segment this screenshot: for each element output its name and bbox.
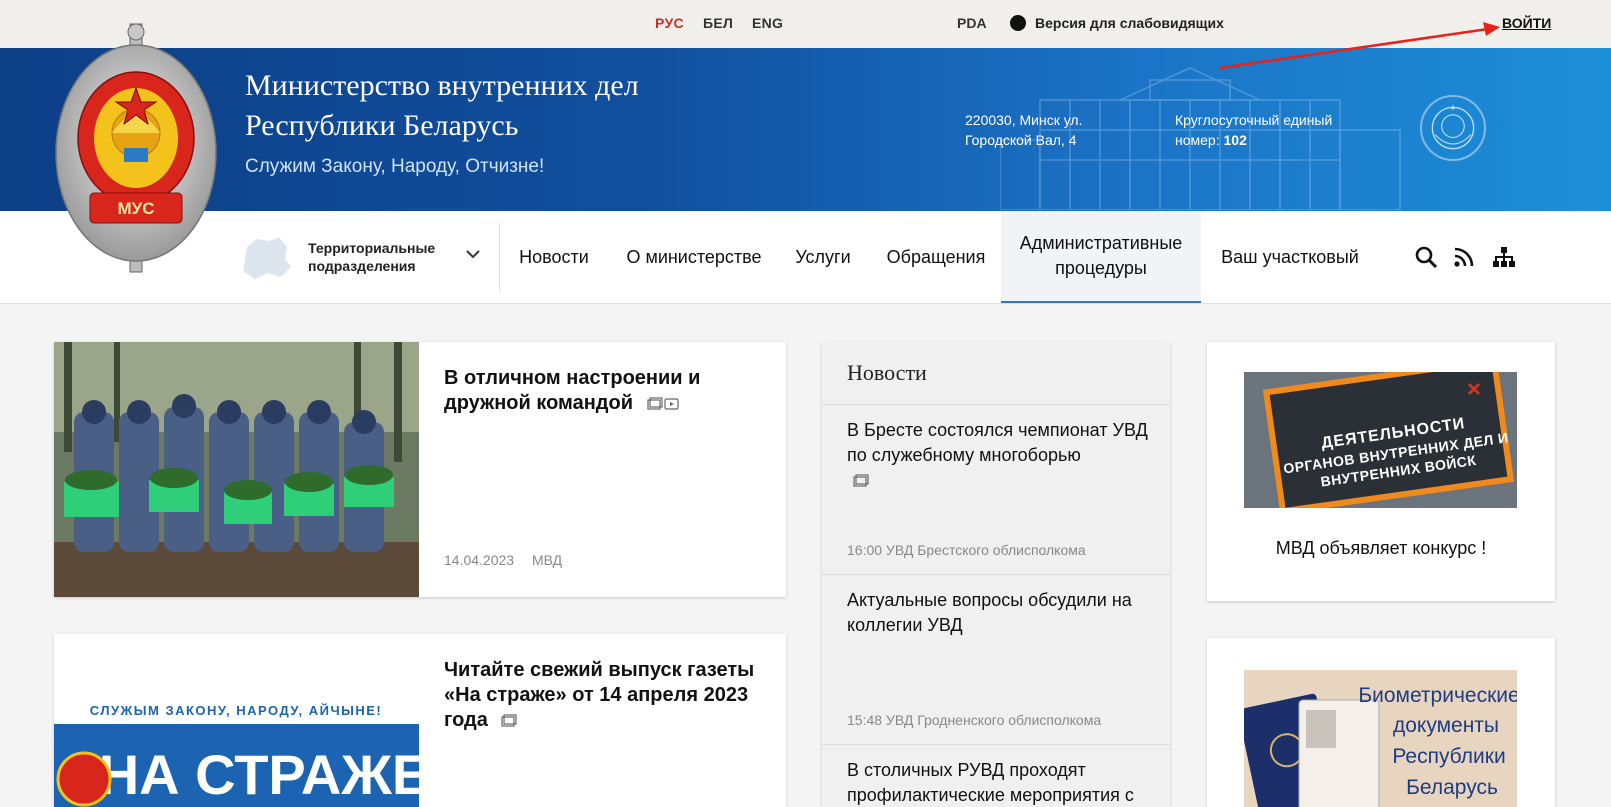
territorial-line1: Территориальные	[308, 240, 436, 256]
gallery-video-icon	[646, 397, 679, 410]
newspaper-name: НА СТРАЖЕ	[99, 743, 419, 806]
ministry-logo-icon[interactable]: МУС	[52, 18, 220, 280]
ministry-title-line2: Республики Беларусь	[245, 109, 519, 142]
state-emblem-icon	[1420, 95, 1486, 161]
nav-item-services[interactable]: Услуги	[786, 211, 860, 303]
news-column-item-meta: 15:48 УВД Гродненского облисполкома	[847, 712, 1102, 728]
nav-item-about[interactable]: О министерстве	[614, 211, 774, 303]
news-meta: 14.04.2023 МВД	[444, 552, 576, 568]
news-column-item-title[interactable]: В Бресте состоялся чемпионат УВД по служ…	[847, 418, 1157, 495]
main-nav: Территориальные подразделения Новости О …	[0, 211, 1611, 304]
low-vision-label: Версия для слабовидящих	[1035, 15, 1224, 31]
newspaper-cover-image[interactable]: СЛУЖЫМ ЗАКОНУ, НАРОДУ, АЙЧЫНЕ! НА СТРАЖЕ	[54, 694, 419, 807]
chevron-down-icon[interactable]	[464, 245, 482, 263]
low-vision-link[interactable]: Версия для слабовидящих	[1010, 15, 1224, 31]
divider	[822, 404, 1170, 405]
address: 220030, Минск ул. Городской Вал, 4	[965, 110, 1155, 150]
hotline-number: 102	[1223, 132, 1247, 148]
promo-caption[interactable]: МВД объявляет конкурс !	[1207, 538, 1555, 559]
address-line2: Городской Вал, 4	[965, 132, 1077, 148]
promo-card[interactable]: Биометрические документы Республики Бела…	[1207, 638, 1555, 807]
banner2-line2: документы	[1393, 714, 1499, 737]
nav-item-news[interactable]: Новости	[506, 211, 602, 303]
newspaper-slogan: СЛУЖЫМ ЗАКОНУ, НАРОДУ, АЙЧЫНЕ!	[90, 703, 382, 718]
login-link[interactable]: ВОЙТИ	[1502, 15, 1551, 31]
top-bar: РУС БЕЛ ENG PDA Версия для слабовидящих …	[0, 0, 1611, 48]
news-source: МВД	[531, 552, 563, 568]
logo-text: МУС	[117, 199, 154, 218]
news-column-item-text: В Бресте состоялся чемпионат УВД по служ…	[847, 420, 1148, 465]
address-line1: 220030, Минск ул.	[965, 112, 1083, 128]
biometric-docs-banner-image[interactable]: Биометрические документы Республики Бела…	[1244, 670, 1517, 807]
lang-en-link[interactable]: ENG	[752, 15, 783, 31]
gallery-icon	[501, 714, 518, 727]
lang-by-link[interactable]: БЕЛ	[703, 15, 733, 31]
news-title[interactable]: Читайте свежий выпуск газеты «На страже»…	[444, 658, 764, 733]
belarus-map-icon[interactable]	[237, 233, 293, 283]
ministry-title-line1: Министерство внутренних дел	[245, 69, 639, 102]
nav-divider	[499, 223, 500, 291]
territorial-dropdown-label[interactable]: Территориальные подразделения	[308, 239, 458, 275]
divider	[822, 744, 1170, 745]
admin-procedures-line1: Административные	[1019, 233, 1183, 253]
lang-ru-link[interactable]: РУС	[655, 15, 684, 31]
low-vision-icon	[1010, 15, 1026, 31]
news-column-item-title[interactable]: Актуальные вопросы обсудили на коллегии …	[847, 588, 1157, 638]
nav-item-officer[interactable]: Ваш участковый	[1210, 211, 1370, 303]
pda-link[interactable]: PDA	[957, 15, 987, 31]
news-column-item-meta: 16:00 УВД Брестского облисполкома	[847, 542, 1086, 558]
admin-procedures-line2: процедуры	[1055, 258, 1147, 278]
news-photo[interactable]	[54, 342, 419, 597]
promo-card[interactable]: ДЕЯТЕЛЬНОСТИ ОРГАНОВ ВНУТРЕННИХ ДЕЛ И ВН…	[1207, 342, 1555, 601]
news-date: 14.04.2023	[444, 552, 515, 568]
news-title-text: Читайте свежий выпуск газеты «На страже»…	[444, 659, 755, 731]
gallery-icon	[853, 474, 869, 487]
hotline-line1: Круглосуточный единый	[1175, 112, 1333, 128]
news-title[interactable]: В отличном настроении и дружной командой	[444, 366, 764, 416]
contest-banner-image[interactable]: ДЕЯТЕЛЬНОСТИ ОРГАНОВ ВНУТРЕННИХ ДЕЛ И ВН…	[1244, 372, 1517, 508]
nav-item-appeals[interactable]: Обращения	[880, 211, 992, 303]
news-card[interactable]: СЛУЖЫМ ЗАКОНУ, НАРОДУ, АЙЧЫНЕ! НА СТРАЖЕ…	[54, 634, 786, 807]
news-column-title[interactable]: Новости	[847, 360, 927, 386]
news-column-item-title[interactable]: В столичных РУВД проходят профилактическ…	[847, 758, 1157, 807]
news-card[interactable]: В отличном настроении и дружной командой…	[54, 342, 786, 597]
search-icon[interactable]	[1414, 245, 1438, 269]
rss-icon[interactable]	[1452, 245, 1476, 269]
ministry-title[interactable]: Министерство внутренних дел Республики Б…	[245, 66, 725, 146]
banner2-line4: Беларусь	[1406, 776, 1498, 799]
header-banner: Министерство внутренних дел Республики Б…	[0, 48, 1611, 211]
divider	[822, 574, 1170, 575]
territorial-line2: подразделения	[308, 258, 416, 274]
hotline-label: номер:	[1175, 132, 1220, 148]
sitemap-icon[interactable]	[1492, 245, 1516, 269]
nav-item-admin-procedures[interactable]: Административные процедуры	[1001, 211, 1201, 303]
banner2-line3: Республики	[1392, 745, 1505, 768]
banner2-line1: Биометрические	[1358, 684, 1517, 707]
news-column: Новости В Бресте состоялся чемпионат УВД…	[822, 342, 1170, 807]
hotline: Круглосуточный единый номер: 102	[1175, 110, 1375, 150]
slogan: Служим Закону, Народу, Отчизне!	[245, 156, 545, 177]
